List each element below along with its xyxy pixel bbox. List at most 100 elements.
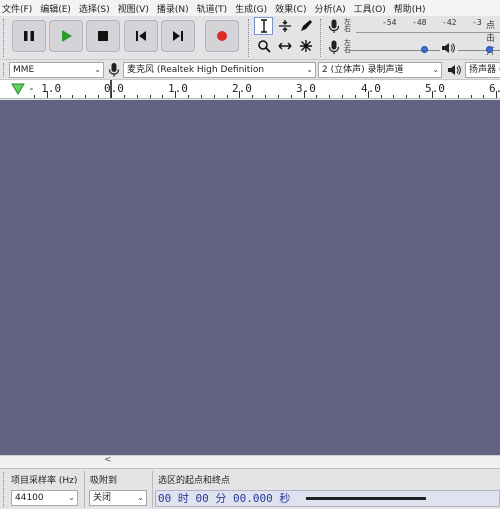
zoom-tool[interactable] <box>254 37 273 55</box>
ruler-tick <box>367 91 369 98</box>
menu-file[interactable]: 文件(F) <box>2 2 32 15</box>
selection-end-time-bar <box>306 497 426 500</box>
record-meter-tick: -54 <box>382 18 397 27</box>
playback-device-select[interactable]: 扬声器 ( <box>465 62 500 78</box>
play-button[interactable] <box>49 20 83 52</box>
record-meter[interactable]: 左右 -54 -48 -42 -3 点击开 <box>326 17 500 57</box>
magnifier-icon <box>257 40 271 53</box>
ruler-tick <box>419 95 421 98</box>
meter-toolbar-grip[interactable] <box>320 19 323 57</box>
ruler-tick <box>59 95 61 98</box>
ruler-label: 2.0 <box>232 82 252 95</box>
menu-analyze[interactable]: 分析(A) <box>314 2 345 15</box>
tools-toolbar-grip[interactable] <box>248 19 251 57</box>
ruler-tick <box>85 95 87 98</box>
ruler-tick <box>200 95 202 98</box>
ruler-tick <box>432 91 433 98</box>
skip-to-start-icon <box>136 31 146 41</box>
record-volume-slider[interactable] <box>421 46 428 53</box>
ruler-tick <box>265 95 267 98</box>
project-rate-label: 项目采样率 (Hz) <box>11 476 78 486</box>
asterisk-icon <box>299 40 312 52</box>
ruler-tick <box>277 95 279 98</box>
project-rate-select[interactable]: 44100 ⌄ <box>11 490 78 506</box>
ruler-label: 1.0 <box>168 82 188 95</box>
double-arrow-icon <box>278 42 291 50</box>
play-icon <box>62 30 72 42</box>
recording-device-select[interactable]: 麦克风 (Realtek High Definition ⌄ <box>123 62 316 78</box>
snap-to-value: 关闭 <box>93 493 112 503</box>
ruler-label: - 1.0 <box>28 82 62 95</box>
ruler-tick <box>290 95 292 98</box>
ruler-tick <box>406 95 408 98</box>
ruler-tick <box>123 95 125 98</box>
multi-tool[interactable] <box>296 37 315 55</box>
speaker-icon <box>442 43 455 53</box>
envelope-tool[interactable] <box>275 17 294 35</box>
chevron-down-icon: ⌄ <box>68 493 75 502</box>
selection-tool[interactable] <box>254 17 273 35</box>
horizontal-scrollbar[interactable]: < <box>0 455 500 468</box>
ruler-tick <box>393 95 395 98</box>
menu-transport[interactable]: 播录(N) <box>157 2 189 15</box>
recording-channels-value: 2 (立体声) 录制声道 <box>322 65 404 75</box>
playback-volume-slider[interactable] <box>486 46 493 53</box>
ruler-tick <box>457 95 459 98</box>
ruler-label: 0.0 <box>104 82 124 95</box>
pause-button[interactable] <box>12 20 46 52</box>
menu-view[interactable]: 视图(V) <box>118 2 149 15</box>
timeline-ruler[interactable]: - 1.0 0.0 1.0 2.0 3.0 4.0 5.0 6. <box>0 80 500 99</box>
stop-button[interactable] <box>86 20 120 52</box>
stop-icon <box>98 31 108 41</box>
skip-to-end-button[interactable] <box>161 20 195 52</box>
snap-to-label: 吸附到 <box>90 476 118 486</box>
menu-bar: 文件(F) 编辑(E) 选择(S) 视图(V) 播录(N) 轨道(T) 生成(G… <box>0 0 500 16</box>
ruler-label: 4.0 <box>361 82 381 95</box>
menu-tools[interactable]: 工具(O) <box>354 2 386 15</box>
menu-effect[interactable]: 效果(C) <box>275 2 306 15</box>
playback-volume-track <box>458 50 500 51</box>
menu-help[interactable]: 帮助(H) <box>394 2 426 15</box>
menu-tracks[interactable]: 轨道(T) <box>197 2 228 15</box>
ruler-label: 5.0 <box>425 82 445 95</box>
pencil-icon <box>300 20 312 31</box>
i-beam-icon <box>260 19 267 33</box>
ruler-tick <box>483 95 485 98</box>
selection-toolbar: 项目采样率 (Hz) 44100 ⌄ 吸附到 关闭 ⌄ 选区的起点和终点 00 … <box>0 468 500 509</box>
record-button[interactable] <box>205 20 239 52</box>
time-shift-tool[interactable] <box>275 37 294 55</box>
ruler-tick <box>226 95 228 98</box>
transport-toolbar-grip[interactable] <box>3 19 6 57</box>
audio-host-select[interactable]: MME ⌄ <box>9 62 104 78</box>
playback-device-value: 扬声器 ( <box>469 65 500 75</box>
envelope-icon <box>278 20 291 32</box>
ruler-tick <box>342 95 344 98</box>
selection-toolbar-grip[interactable] <box>3 472 6 507</box>
skip-to-start-button[interactable] <box>124 20 158 52</box>
ruler-tick <box>98 95 100 98</box>
pause-icon <box>24 31 34 41</box>
scroll-left-icon[interactable]: < <box>104 455 112 465</box>
ruler-tick <box>46 91 48 98</box>
menu-edit[interactable]: 编辑(E) <box>40 2 71 15</box>
track-area[interactable] <box>0 100 500 455</box>
recording-device-microphone-icon <box>108 63 120 77</box>
recording-channels-select[interactable]: 2 (立体声) 录制声道 ⌄ <box>318 62 442 78</box>
ruler-tick <box>316 95 318 98</box>
record-meter-side-label: 左右 <box>344 18 351 33</box>
ruler-tick <box>111 91 112 98</box>
chevron-down-icon: ⌄ <box>432 65 439 74</box>
chevron-down-icon: ⌄ <box>94 65 101 74</box>
ruler-tick <box>354 95 356 98</box>
skip-to-end-icon <box>173 31 183 41</box>
snap-to-select[interactable]: 关闭 ⌄ <box>89 490 147 506</box>
chevron-down-icon: ⌄ <box>137 493 144 502</box>
draw-tool[interactable] <box>296 17 315 35</box>
menu-generate[interactable]: 生成(G) <box>235 2 267 15</box>
pin-head-triangle-icon[interactable] <box>11 83 25 95</box>
selection-start-time[interactable]: 00 时 00 分 00.000 秒 <box>155 490 500 507</box>
chevron-down-icon: ⌄ <box>306 65 313 74</box>
ruler-tick <box>303 91 305 98</box>
device-toolbar-grip[interactable] <box>3 63 6 77</box>
menu-select[interactable]: 选择(S) <box>79 2 110 15</box>
